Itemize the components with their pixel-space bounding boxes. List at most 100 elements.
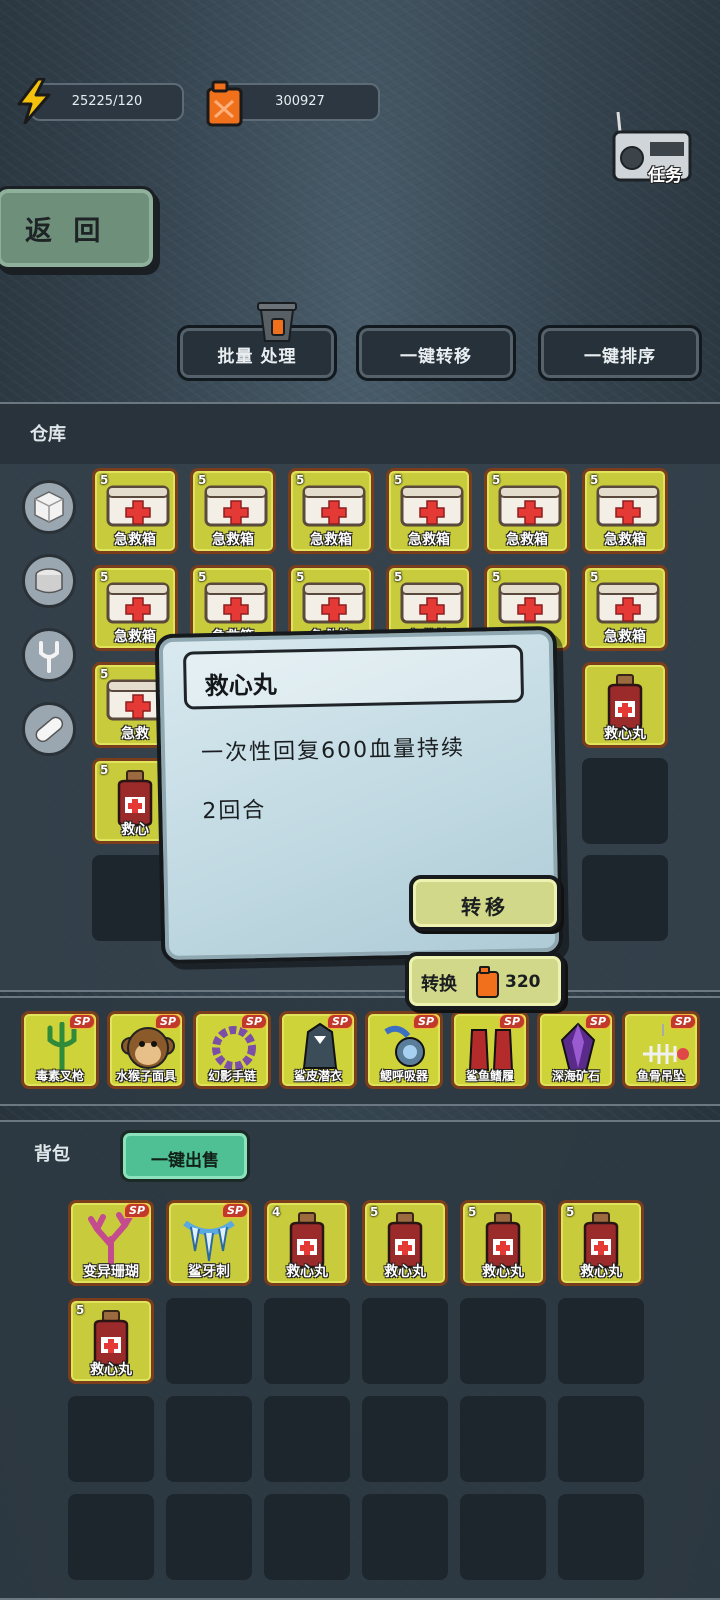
equipment-item[interactable]: SP 鱼骨吊坠 (622, 1011, 700, 1089)
sp-badge: SP (328, 1015, 352, 1028)
empty-slot[interactable] (558, 1298, 644, 1384)
item-label: 急救箱 (310, 532, 352, 548)
item-count: 4 (272, 1205, 281, 1219)
backpack-item[interactable]: 5 救心丸 (558, 1200, 644, 1286)
empty-slot[interactable] (362, 1396, 448, 1482)
empty-slot[interactable] (264, 1298, 350, 1384)
warehouse-item[interactable]: 5 急救箱 (190, 468, 276, 554)
task-label[interactable]: 任务 (648, 161, 682, 186)
item-count: 5 (566, 1205, 575, 1219)
item-label: 鲨皮潜衣 (293, 1069, 342, 1083)
item-label: 救心丸 (286, 1264, 328, 1280)
item-count: 5 (100, 763, 109, 777)
empty-slot[interactable] (166, 1396, 252, 1482)
sp-badge: SP (414, 1015, 438, 1028)
empty-slot[interactable] (166, 1298, 252, 1384)
empty-slot[interactable] (460, 1396, 546, 1482)
item-count: 5 (468, 1205, 477, 1219)
warehouse-item[interactable]: 5 急救箱 (582, 468, 668, 554)
warehouse-header: 仓库 (0, 404, 720, 464)
empty-slot[interactable] (582, 758, 668, 844)
item-label: 救心丸 (580, 1264, 622, 1280)
empty-slot[interactable] (68, 1396, 154, 1482)
item-label: 鱼骨吊坠 (636, 1069, 685, 1083)
backpack-item[interactable]: 4 救心丸 (264, 1200, 350, 1286)
empty-slot[interactable] (166, 1494, 252, 1580)
empty-slot[interactable] (558, 1494, 644, 1580)
warehouse-item[interactable]: 5 急救箱 (484, 468, 570, 554)
warehouse-item[interactable]: 5 急救箱 (582, 565, 668, 651)
backpack-item[interactable]: 5 救心丸 (362, 1200, 448, 1286)
category-box-button[interactable] (22, 480, 76, 534)
backpack-item[interactable]: SP 鲨牙刺 (166, 1200, 252, 1286)
back-button[interactable]: 返 回 (0, 186, 156, 270)
first-aid-kit-icon (595, 576, 661, 630)
equipment-item[interactable]: SP 鲨皮潜衣 (279, 1011, 357, 1089)
equipment-item[interactable]: SP 鲨鱼鳍履 (451, 1011, 529, 1089)
empty-slot[interactable] (264, 1396, 350, 1482)
trash-can-icon (257, 302, 297, 342)
backpack-item[interactable]: 5 救心丸 (68, 1298, 154, 1384)
empty-slot[interactable] (460, 1298, 546, 1384)
sell-all-button[interactable]: 一键出售 (120, 1130, 250, 1182)
sp-badge: SP (156, 1015, 180, 1028)
category-weapon-button[interactable] (22, 628, 76, 682)
first-aid-kit-icon (399, 576, 465, 630)
empty-slot[interactable] (362, 1298, 448, 1384)
sp-badge: SP (586, 1015, 610, 1028)
item-count: 5 (100, 473, 109, 487)
empty-slot[interactable] (460, 1494, 546, 1580)
empty-slot[interactable] (582, 855, 668, 941)
equipment-item[interactable]: SP 鳃呼吸器 (365, 1011, 443, 1089)
transfer-all-button[interactable]: 一键转移 (356, 325, 516, 381)
backpack-item[interactable]: SP 变异珊瑚 (68, 1200, 154, 1286)
item-label: 鲨牙刺 (188, 1264, 230, 1280)
fuel-can-icon (476, 966, 499, 998)
transfer-button[interactable]: 转移 (409, 875, 561, 931)
item-label: 救心丸 (482, 1264, 524, 1280)
empty-slot[interactable] (264, 1494, 350, 1580)
fuel-value: 300927 (275, 94, 325, 109)
category-medicine-button[interactable] (22, 702, 76, 756)
sp-badge: SP (125, 1204, 149, 1217)
equipment-item[interactable]: SP 幻影手链 (193, 1011, 271, 1089)
warehouse-title: 仓库 (30, 424, 66, 445)
first-aid-kit-icon (497, 576, 563, 630)
empty-slot[interactable] (362, 1494, 448, 1580)
equipment-item[interactable]: SP 毒素叉枪 (21, 1011, 99, 1089)
category-food-button[interactable] (22, 554, 76, 608)
warehouse-item[interactable]: 5 急救箱 (92, 468, 178, 554)
warehouse-item[interactable]: 5 急救箱 (386, 468, 472, 554)
first-aid-kit-icon (105, 576, 171, 630)
item-count: 5 (394, 473, 403, 487)
warehouse-item[interactable]: 5 急救箱 (288, 468, 374, 554)
item-count: 5 (198, 570, 207, 584)
warehouse-item[interactable]: 救心丸 (582, 662, 668, 748)
item-label: 急救箱 (604, 532, 646, 548)
first-aid-kit-icon (203, 479, 269, 533)
item-label: 水猴子面具 (115, 1069, 176, 1083)
transfer-all-label: 一键转移 (400, 347, 472, 367)
item-label: 鲨鱼鳍履 (465, 1069, 514, 1083)
sort-all-label: 一键排序 (584, 347, 656, 367)
empty-slot[interactable] (68, 1494, 154, 1580)
backpack-item[interactable]: 5 救心丸 (460, 1200, 546, 1286)
popup-title-box: 救心丸 (182, 644, 525, 710)
sp-badge: SP (500, 1015, 524, 1028)
first-aid-kit-icon (105, 479, 171, 533)
equipment-item[interactable]: SP 水猴子面具 (107, 1011, 185, 1089)
fuel-can-icon (206, 80, 243, 127)
sp-badge: SP (70, 1015, 94, 1028)
convert-value: 320 (505, 972, 541, 992)
item-label: 救心丸 (604, 726, 646, 742)
first-aid-kit-icon (595, 479, 661, 533)
item-count: 5 (296, 473, 305, 487)
item-count: 5 (492, 473, 501, 487)
sp-badge: SP (671, 1015, 695, 1028)
equipment-item[interactable]: SP 深海矿石 (537, 1011, 615, 1089)
convert-button[interactable]: 转换 320 (405, 952, 565, 1010)
item-count: 5 (370, 1205, 379, 1219)
item-label: 救心丸 (384, 1264, 426, 1280)
empty-slot[interactable] (558, 1396, 644, 1482)
sort-all-button[interactable]: 一键排序 (538, 325, 702, 381)
